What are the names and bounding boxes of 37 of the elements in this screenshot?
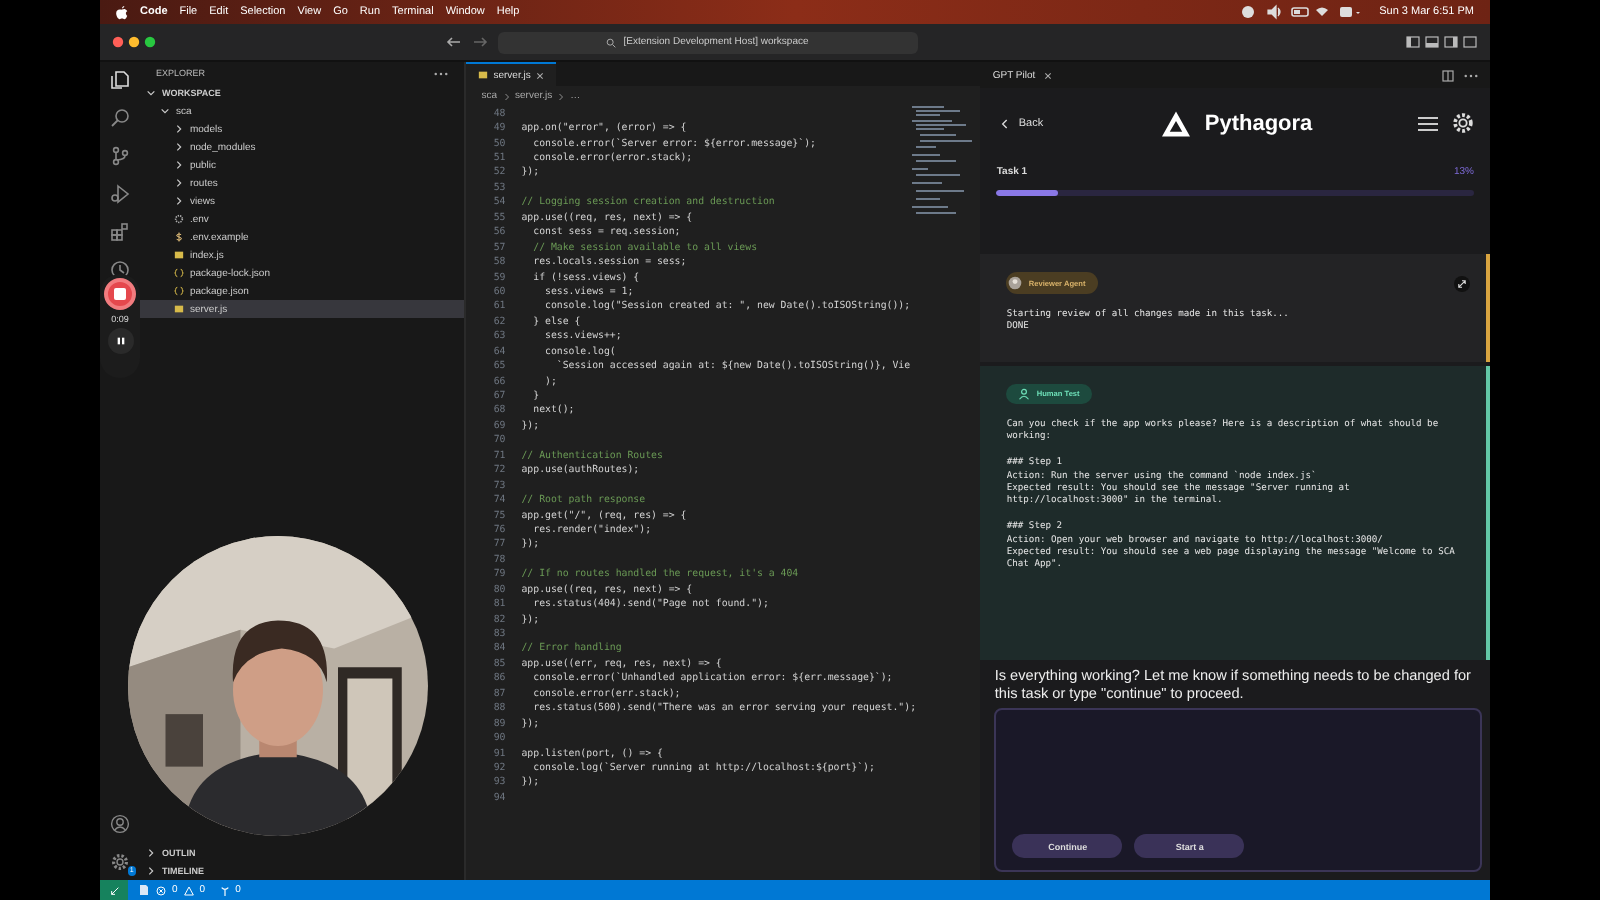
expand-icon[interactable] [1454,275,1470,291]
error-icon [156,885,166,895]
close-icon[interactable] [1043,71,1052,79]
source-control-icon[interactable] [109,146,130,166]
search-icon [605,37,616,47]
layout-icons-drawing[interactable] [1406,36,1478,48]
warning-icon [183,885,194,895]
braces-icon [173,286,184,296]
brand-name: Pythagora [1204,111,1313,135]
pause-icon [115,336,125,346]
run-debug-icon[interactable] [109,184,130,204]
braces-icon [173,268,184,278]
search-icon[interactable] [109,108,130,128]
logo-icon [1160,109,1193,137]
js-file-icon [173,250,184,260]
chevron-right-icon [503,91,510,101]
apple-icon[interactable] [116,5,128,19]
document-icon[interactable] [138,884,150,896]
list-icon[interactable] [1418,115,1438,131]
extensions-icon[interactable] [109,222,130,242]
stop-recording-button[interactable] [104,278,136,310]
close-icon[interactable] [536,71,545,79]
antenna-icon [219,885,230,895]
split-editor-icon[interactable] [1442,69,1454,81]
chevron-left-icon [1000,117,1009,129]
remote-indicator[interactable] [100,880,128,900]
files-icon[interactable] [109,70,130,90]
js-file-icon [173,304,184,314]
gear-icon [173,214,184,224]
js-file-icon [477,70,488,80]
dollar-icon [173,232,184,242]
window-controls-drawing[interactable] [112,36,156,48]
account-icon[interactable] [109,814,130,834]
back-arrow-icon[interactable] [445,36,461,48]
pause-button[interactable] [107,328,133,354]
forward-arrow-icon[interactable] [471,36,487,48]
chevron-right-icon [558,91,565,101]
